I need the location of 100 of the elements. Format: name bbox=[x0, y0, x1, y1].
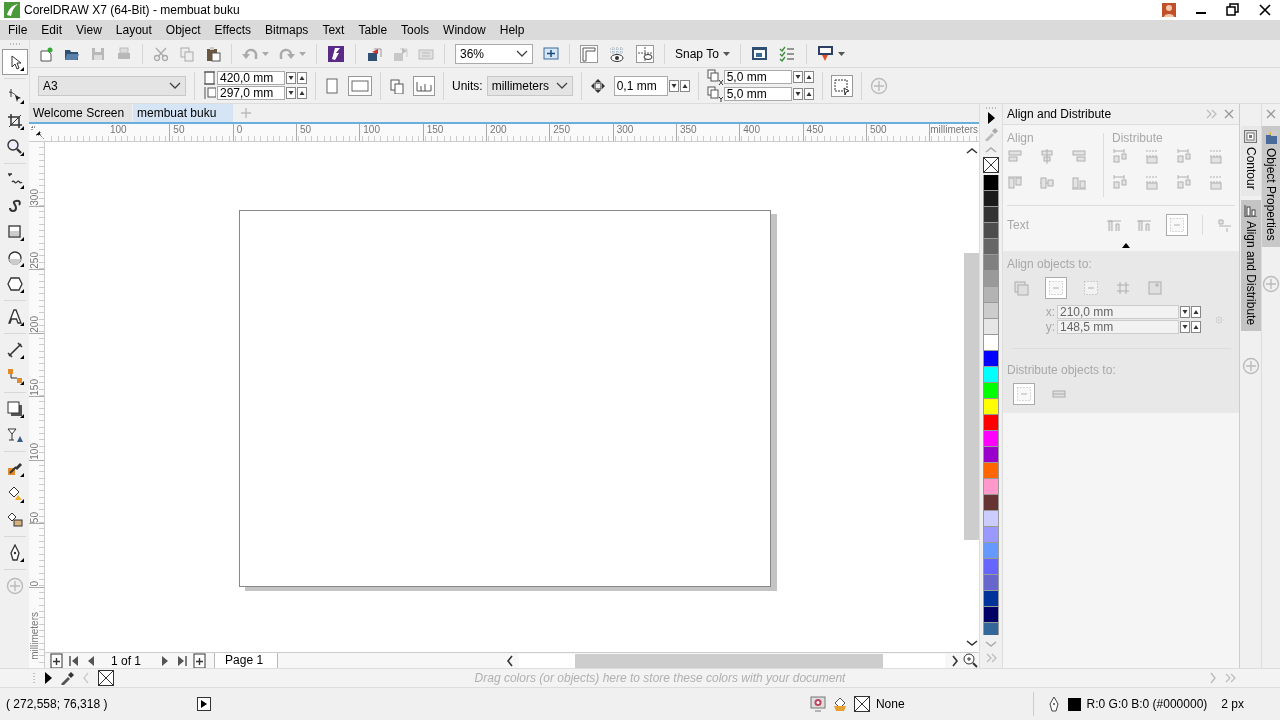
color-swatch[interactable] bbox=[982, 399, 999, 415]
color-swatch[interactable] bbox=[982, 463, 999, 479]
color-swatch[interactable] bbox=[982, 255, 999, 271]
spin-up-button[interactable] bbox=[1191, 321, 1201, 333]
ruler-origin-icon[interactable] bbox=[30, 125, 46, 141]
color-swatch[interactable] bbox=[982, 511, 999, 527]
menu-item[interactable]: Table bbox=[351, 23, 395, 37]
color-swatch[interactable] bbox=[982, 543, 999, 559]
user-icon[interactable] bbox=[1162, 3, 1176, 17]
document-tab[interactable]: membuat buku bbox=[133, 104, 233, 122]
docker-tab[interactable]: Contour bbox=[1240, 126, 1261, 196]
portrait-icon[interactable] bbox=[324, 77, 340, 94]
play-button[interactable] bbox=[197, 697, 212, 711]
menu-item[interactable]: Text bbox=[315, 23, 352, 37]
color-swatch[interactable] bbox=[982, 623, 999, 635]
color-swatch[interactable] bbox=[982, 303, 999, 319]
guidelines-icon[interactable] bbox=[636, 44, 654, 63]
new-document-icon[interactable] bbox=[38, 45, 54, 62]
spin-down-button[interactable] bbox=[792, 71, 803, 83]
caret-icon[interactable] bbox=[516, 50, 528, 57]
duplicate-y-field[interactable]: 5,0 mm bbox=[723, 87, 792, 101]
crop-tool-icon[interactable] bbox=[5, 112, 24, 130]
spin-down-button[interactable] bbox=[792, 88, 803, 100]
menu-item[interactable]: File bbox=[1, 23, 35, 37]
dimension-tool-icon[interactable] bbox=[5, 341, 24, 359]
menu-item[interactable]: Tools bbox=[394, 23, 437, 37]
options-icon[interactable] bbox=[750, 45, 768, 62]
color-swatch[interactable] bbox=[982, 287, 999, 303]
docker-tab[interactable]: Object Properties bbox=[1262, 126, 1280, 247]
color-swatch[interactable] bbox=[982, 335, 999, 351]
current-page-button[interactable] bbox=[413, 75, 435, 96]
zoom-icon[interactable] bbox=[963, 652, 979, 669]
import-icon[interactable] bbox=[366, 45, 382, 62]
spin-down-button[interactable] bbox=[286, 72, 296, 84]
launcher-caret-icon[interactable] bbox=[837, 51, 845, 56]
menu-item[interactable]: Layout bbox=[108, 23, 159, 37]
connect-logo-icon[interactable] bbox=[327, 44, 345, 63]
no-color-swatch[interactable] bbox=[982, 157, 999, 173]
text-tool-icon[interactable] bbox=[5, 308, 24, 326]
page-size-combo[interactable]: A3 bbox=[38, 75, 186, 96]
menu-item[interactable]: Effects bbox=[207, 23, 258, 37]
units-combo[interactable]: millimeters bbox=[486, 75, 573, 96]
freehand-tool-icon[interactable] bbox=[5, 171, 24, 189]
zoom-tool-icon[interactable] bbox=[5, 138, 24, 156]
spin-down-button[interactable] bbox=[286, 87, 296, 99]
menu-item[interactable]: Edit bbox=[34, 23, 70, 37]
menu-item[interactable]: View bbox=[69, 23, 109, 37]
color-swatch[interactable] bbox=[982, 319, 999, 335]
nudge-field[interactable]: 0,1 mm bbox=[613, 75, 668, 96]
landscape-button[interactable] bbox=[348, 75, 372, 96]
close-icon[interactable] bbox=[1265, 108, 1277, 120]
drop-shadow-tool-icon[interactable] bbox=[5, 400, 24, 418]
all-pages-icon[interactable] bbox=[389, 77, 405, 94]
scroll-left-icon[interactable] bbox=[504, 653, 516, 668]
rectangle-tool-icon[interactable] bbox=[5, 223, 24, 241]
page-width-field[interactable]: 420,0 mm bbox=[217, 71, 285, 85]
caret-icon[interactable] bbox=[555, 82, 568, 89]
eyedropper-icon[interactable] bbox=[60, 671, 74, 685]
color-swatch[interactable] bbox=[982, 175, 999, 191]
full-screen-preview-icon[interactable] bbox=[543, 45, 559, 62]
smart-fill-tool-icon[interactable] bbox=[5, 511, 24, 529]
document-tab[interactable]: Welcome Screen bbox=[29, 104, 132, 122]
spin-down-button[interactable] bbox=[1180, 321, 1190, 333]
checklist-icon[interactable] bbox=[777, 44, 796, 63]
paste-icon[interactable] bbox=[205, 45, 221, 62]
no-color-swatch[interactable] bbox=[98, 670, 114, 686]
color-swatch[interactable] bbox=[982, 383, 999, 399]
spin-up-button[interactable] bbox=[1191, 306, 1201, 318]
menu-item[interactable]: Window bbox=[436, 23, 493, 37]
treat-as-filled-button[interactable] bbox=[830, 74, 853, 97]
caret-icon[interactable] bbox=[169, 82, 181, 89]
color-swatch[interactable] bbox=[982, 447, 999, 463]
color-swatch[interactable] bbox=[982, 271, 999, 287]
zoom-level-combo[interactable]: 36% bbox=[455, 43, 533, 64]
color-swatch[interactable] bbox=[982, 431, 999, 447]
grid-view-icon[interactable] bbox=[608, 45, 626, 62]
color-swatch[interactable] bbox=[982, 607, 999, 623]
color-swatch[interactable] bbox=[982, 223, 999, 239]
application-launcher-icon[interactable] bbox=[816, 45, 834, 62]
polygon-tool-icon[interactable] bbox=[5, 275, 24, 293]
palette-menu-icon[interactable] bbox=[42, 671, 54, 685]
color-swatch[interactable] bbox=[982, 591, 999, 607]
color-swatch[interactable] bbox=[982, 527, 999, 543]
snap-caret-icon[interactable] bbox=[722, 51, 730, 56]
add-page-icon[interactable] bbox=[49, 652, 64, 669]
first-page-icon[interactable] bbox=[67, 653, 81, 668]
color-swatch[interactable] bbox=[982, 559, 999, 575]
scrollbar-thumb[interactable] bbox=[575, 653, 883, 668]
color-swatch[interactable] bbox=[982, 351, 999, 367]
connector-tool-icon[interactable] bbox=[5, 367, 24, 385]
spin-up-button[interactable] bbox=[679, 79, 690, 92]
last-page-icon[interactable] bbox=[175, 653, 190, 668]
spin-down-button[interactable] bbox=[668, 79, 679, 92]
spin-up-button[interactable] bbox=[297, 87, 307, 99]
scrollbar-thumb[interactable] bbox=[964, 253, 979, 540]
menu-item[interactable]: Help bbox=[492, 23, 532, 37]
color-swatch[interactable] bbox=[982, 367, 999, 383]
spin-up-button[interactable] bbox=[297, 72, 307, 84]
fill-icon[interactable] bbox=[831, 696, 848, 712]
docker-tab[interactable]: Align and Distribute bbox=[1240, 199, 1261, 331]
